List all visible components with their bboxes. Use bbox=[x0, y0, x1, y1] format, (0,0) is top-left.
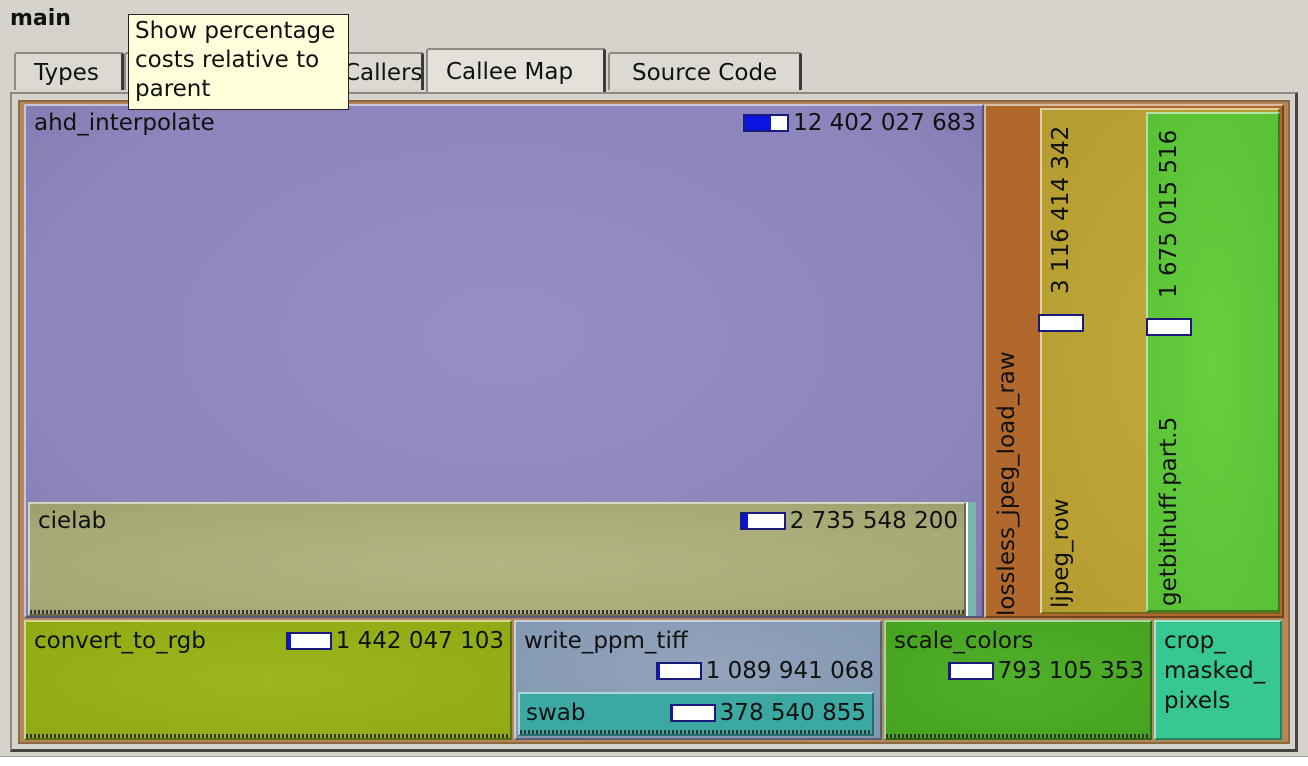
cell-cost-convert-to-rgb: 1 442 047 103 bbox=[285, 628, 504, 654]
cell-name-cielab: cielab bbox=[38, 508, 107, 534]
treemap-cell-scale-colors[interactable]: scale_colors 793 105 353 bbox=[884, 620, 1152, 740]
cell-name-write-ppm-tiff: write_ppm_tiff bbox=[524, 628, 688, 654]
cell-cost-getbithuff: 1 675 015 516 bbox=[1146, 129, 1192, 350]
cell-name-ljpeg-row: ljpeg_row bbox=[1048, 498, 1074, 608]
cost-value-convert-to-rgb: 1 442 047 103 bbox=[335, 628, 504, 654]
cell-cost-scale-colors: 793 105 353 bbox=[947, 658, 1144, 684]
tab-types-label: Types bbox=[34, 60, 99, 86]
cost-value-getbithuff: 1 675 015 516 bbox=[1156, 129, 1182, 298]
cost-value-swab: 378 540 855 bbox=[719, 700, 866, 726]
cost-bar-ljpeg-row bbox=[1038, 314, 1084, 332]
cell-name-convert-to-rgb: convert_to_rgb bbox=[34, 628, 206, 654]
treemap-cell-getbithuff[interactable]: getbithuff.part.5 1 675 015 516 bbox=[1146, 112, 1280, 612]
cost-bar-write-ppm-tiff bbox=[655, 662, 702, 680]
cost-value-ljpeg-row: 3 116 414 342 bbox=[1048, 125, 1074, 294]
cell-cost-write-ppm-tiff: 1 089 941 068 bbox=[655, 658, 874, 684]
treemap-cell-swab[interactable]: swab 378 540 855 bbox=[518, 692, 874, 736]
cost-value-ahd-interpolate: 12 402 027 683 bbox=[793, 110, 976, 136]
cell-name-getbithuff: getbithuff.part.5 bbox=[1156, 416, 1182, 606]
bottom-panel-edge bbox=[0, 756, 1308, 766]
cost-value-scale-colors: 793 105 353 bbox=[997, 658, 1144, 684]
cost-bar-convert-to-rgb bbox=[285, 632, 332, 650]
cell-cost-ahd-interpolate: 12 402 027 683 bbox=[743, 110, 976, 136]
cell-name-crop-line2: masked_ bbox=[1164, 658, 1266, 684]
tab-types[interactable]: Types bbox=[14, 52, 124, 90]
tab-source-code-label: Source Code bbox=[632, 60, 778, 86]
cost-bar-ahd-interpolate bbox=[743, 114, 790, 132]
cell-name-crop-line1: crop_ bbox=[1164, 628, 1226, 654]
cost-value-write-ppm-tiff: 1 089 941 068 bbox=[705, 658, 874, 684]
treemap-cell-crop-masked-pixels[interactable]: crop_ masked_ pixels bbox=[1154, 620, 1282, 740]
cell-name-scale-colors: scale_colors bbox=[894, 628, 1034, 654]
cell-name-ahd-interpolate: ahd_interpolate bbox=[34, 110, 215, 136]
tab-callee-map[interactable]: Callee Map bbox=[426, 48, 606, 92]
tab-source-code[interactable]: Source Code bbox=[608, 52, 802, 90]
cost-bar-getbithuff bbox=[1146, 318, 1192, 336]
cost-bar-scale-colors bbox=[947, 662, 994, 680]
tooltip: Show percentage costs relative to parent bbox=[128, 14, 349, 110]
page-title: main bbox=[10, 6, 71, 31]
cost-value-cielab: 2 735 548 200 bbox=[789, 508, 958, 534]
cost-bar-swab bbox=[669, 704, 716, 722]
tab-callee-map-label: Callee Map bbox=[446, 59, 574, 85]
cell-name-lossless-jpeg-load-raw: lossless_jpeg_load_raw bbox=[994, 351, 1020, 616]
treemap-cell-small[interactable] bbox=[966, 502, 976, 616]
cell-cost-swab: 378 540 855 bbox=[669, 700, 866, 726]
cell-cost-ljpeg-row: 3 116 414 342 bbox=[1038, 125, 1084, 346]
cost-bar-cielab bbox=[739, 512, 786, 530]
cell-name-crop-line3: pixels bbox=[1164, 688, 1231, 714]
cell-cost-cielab: 2 735 548 200 bbox=[739, 508, 958, 534]
cell-name-swab: swab bbox=[526, 700, 586, 726]
treemap-cell-cielab[interactable]: cielab 2 735 548 200 bbox=[28, 502, 966, 616]
treemap-cell-convert-to-rgb[interactable]: convert_to_rgb 1 442 047 103 bbox=[24, 620, 512, 740]
